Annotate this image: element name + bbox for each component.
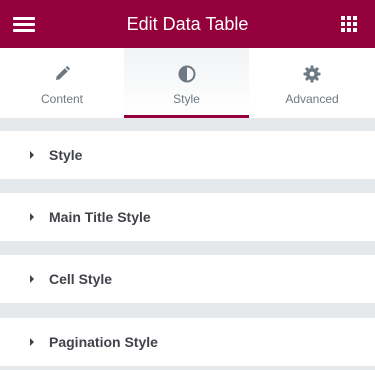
section-main-title-style-title: Main Title Style	[49, 209, 151, 225]
tab-style[interactable]: Style	[124, 48, 249, 118]
tab-advanced-label: Advanced	[285, 92, 339, 106]
section-pagination-style-title: Pagination Style	[49, 334, 158, 350]
panel-tabs: Content Style Advanced	[0, 48, 375, 118]
caret-right-icon	[30, 151, 34, 159]
pencil-icon	[56, 66, 70, 80]
section-cell-style-title: Cell Style	[49, 271, 113, 287]
caret-right-icon	[30, 338, 34, 346]
section-style[interactable]: Style	[0, 131, 375, 179]
section-pagination-style[interactable]: Pagination Style	[0, 318, 375, 366]
tab-content-label: Content	[40, 92, 84, 106]
section-cell-style[interactable]: Cell Style	[0, 255, 375, 303]
caret-right-icon	[30, 275, 34, 283]
tab-advanced[interactable]: Advanced	[249, 48, 375, 118]
section-main-title-style[interactable]: Main Title Style	[0, 193, 375, 241]
panel-header: Edit Data Table	[0, 0, 375, 48]
section-style-title: Style	[49, 147, 83, 163]
tab-content[interactable]: Content	[0, 48, 124, 118]
apps-grid-icon[interactable]	[341, 16, 358, 33]
caret-right-icon	[30, 213, 34, 221]
editor-panel: Edit Data Table Content Style Advanced S…	[0, 0, 375, 370]
half-circle-contrast-icon	[178, 65, 195, 83]
gear-icon	[303, 65, 321, 83]
panel-title: Edit Data Table	[126, 14, 249, 34]
tab-style-label: Style	[173, 92, 200, 106]
